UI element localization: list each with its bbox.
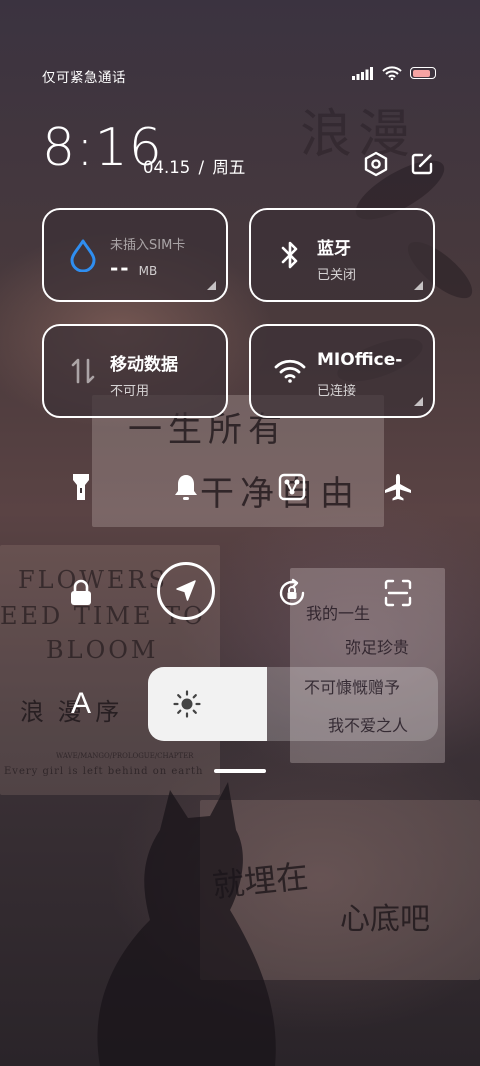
tile-mobile-data[interactable]: 移动数据 不可用 xyxy=(42,324,228,418)
tile-wifi[interactable]: MIOffice- 已连接 xyxy=(249,324,435,418)
toggle-airplane-mode[interactable] xyxy=(378,467,418,507)
scan-icon xyxy=(384,579,412,607)
signal-icon xyxy=(352,66,373,80)
lock-icon xyxy=(71,579,91,605)
tile-mobile-traffic-title: 未插入SIM卡 xyxy=(110,238,186,253)
brightness-level xyxy=(148,667,267,741)
toggle-screen-cast[interactable] xyxy=(272,467,312,507)
wallpaper-poem-2: 弥足珍贵 xyxy=(345,638,410,657)
status-icons xyxy=(352,66,436,80)
wallpaper-poem-4: 我不爱之人 xyxy=(328,716,409,735)
location-icon xyxy=(176,580,196,601)
tile-mobile-traffic[interactable]: 未插入SIM卡 -- MB xyxy=(42,208,228,302)
battery-level xyxy=(412,69,431,77)
edit-icon xyxy=(411,153,433,175)
wallpaper-poem-1: 我的一生 xyxy=(306,604,371,623)
weekday: 周五 xyxy=(212,158,246,177)
carrier-status-text: 仅可紧急通话 xyxy=(42,70,126,86)
bluetooth-icon xyxy=(273,238,307,272)
mobile-data-arrows-icon xyxy=(66,354,100,388)
traffic-unit: MB xyxy=(138,264,158,278)
toggle-scanner[interactable] xyxy=(378,573,418,613)
date-separator: / xyxy=(198,158,205,177)
wallpaper-poem-3: 不可慷慨赠予 xyxy=(304,678,401,697)
traffic-value: -- xyxy=(110,256,131,280)
edit-button[interactable] xyxy=(406,148,438,180)
wifi-icon xyxy=(382,66,402,80)
toggle-location[interactable] xyxy=(157,562,215,620)
toggle-font-size[interactable]: A xyxy=(61,684,101,724)
tile-expand-corner xyxy=(207,281,216,290)
wallpaper-wave-sub: WAVE/MANGO/PROLOGUE/CHAPTER xyxy=(56,752,194,760)
screen-cast-icon xyxy=(278,473,306,501)
sun-icon xyxy=(173,690,201,718)
tile-bluetooth[interactable]: 蓝牙 已关闭 xyxy=(249,208,435,302)
tile-expand-corner xyxy=(414,281,423,290)
font-size-icon: A xyxy=(70,687,91,720)
toggle-rotation-lock[interactable] xyxy=(272,573,312,613)
settings-hexagon-icon xyxy=(364,151,388,177)
wallpaper-flowers-3: BLOOM xyxy=(46,636,159,664)
drag-handle[interactable] xyxy=(214,769,266,773)
water-drop-icon xyxy=(66,238,100,272)
wallpaper-bottom-2: 心底吧 xyxy=(340,902,430,937)
bell-icon xyxy=(175,475,197,500)
tile-expand-corner xyxy=(414,397,423,406)
tile-mobile-data-status: 不可用 xyxy=(110,384,150,399)
toggle-flashlight[interactable] xyxy=(61,467,101,507)
tile-bluetooth-title: 蓝牙 xyxy=(317,239,351,259)
toggle-sound[interactable] xyxy=(166,467,206,507)
battery-icon xyxy=(410,67,436,79)
tile-bluetooth-status: 已关闭 xyxy=(317,268,357,283)
wifi-icon xyxy=(273,354,307,388)
date-text: 04.15 / 周五 xyxy=(143,154,245,178)
cat-silhouette xyxy=(97,782,276,1066)
tile-mobile-data-title: 移动数据 xyxy=(110,355,178,375)
flashlight-icon xyxy=(73,474,89,500)
date-value: 04.15 xyxy=(143,158,191,177)
tile-wifi-status: 已连接 xyxy=(317,384,357,399)
airplane-icon xyxy=(385,474,411,501)
tile-mobile-traffic-value: -- MB xyxy=(110,256,157,280)
tile-wifi-title: MIOffice- xyxy=(317,350,403,370)
settings-button[interactable] xyxy=(360,148,392,180)
rotation-lock-icon xyxy=(279,578,305,606)
toggle-lock-screen[interactable] xyxy=(61,573,101,613)
